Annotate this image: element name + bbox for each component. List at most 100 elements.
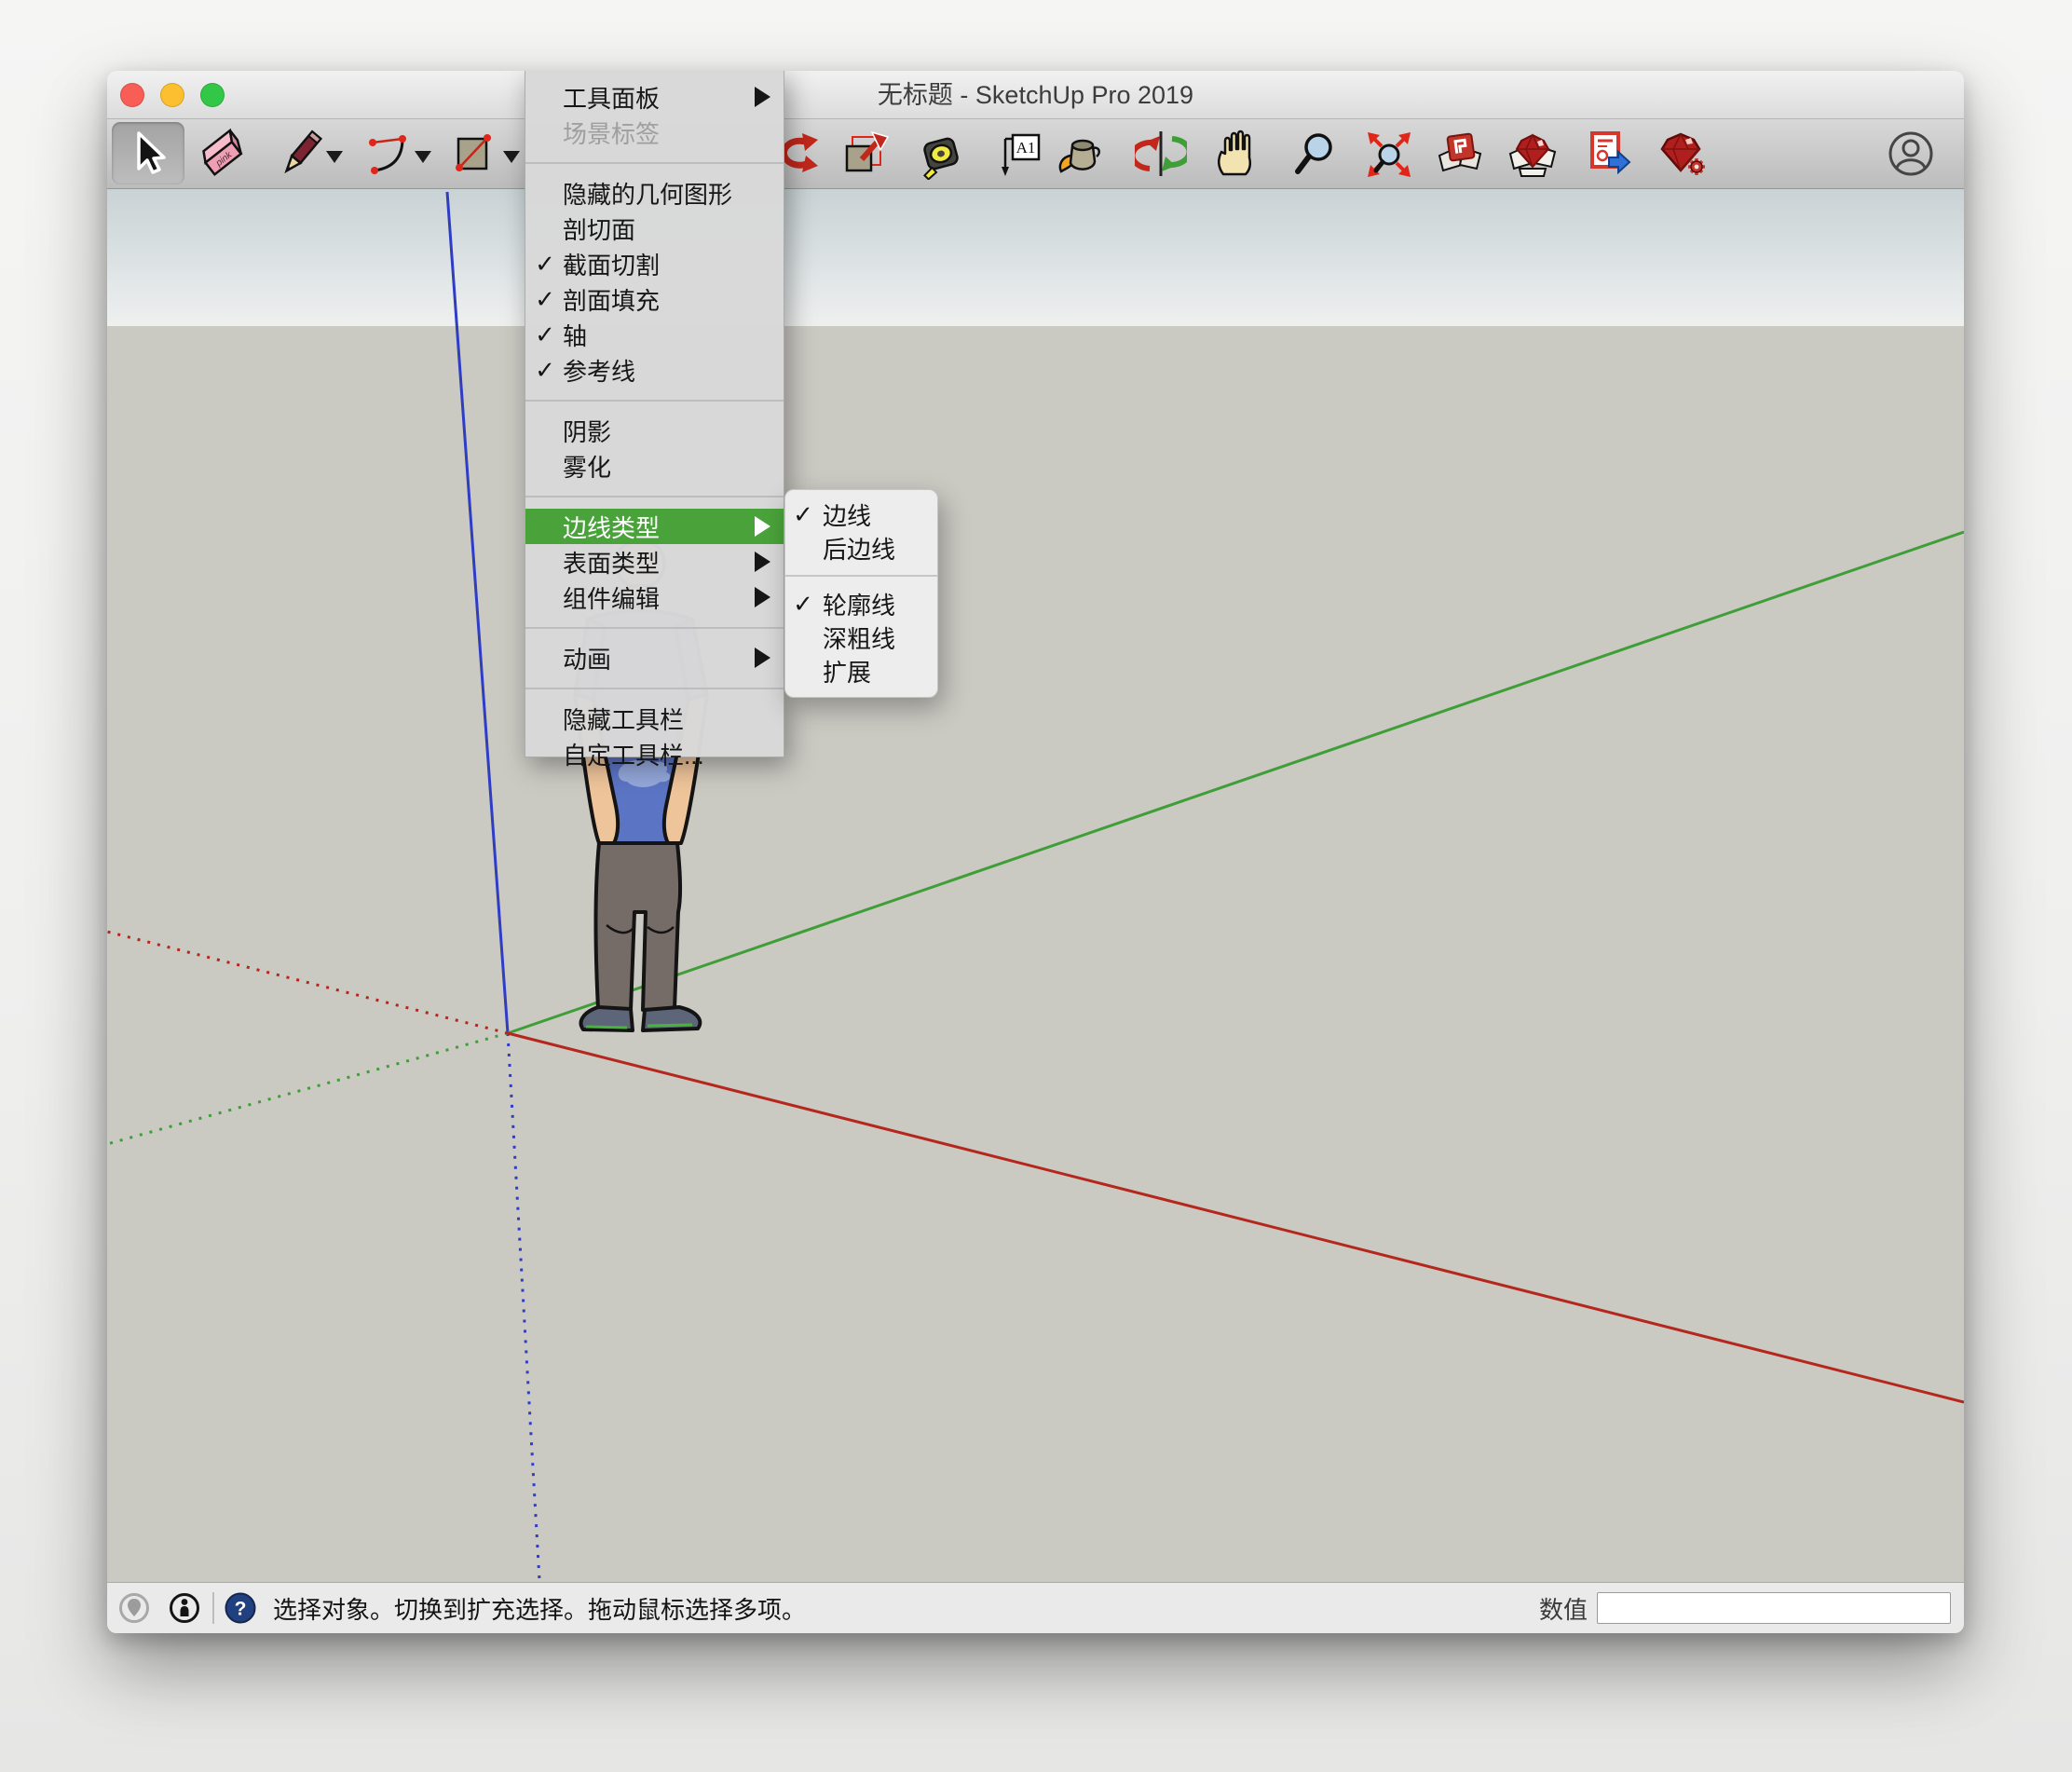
svg-text:A1: A1 [1016,139,1036,157]
edge-submenu-item-4[interactable]: 深粗线 [785,620,937,654]
scale-icon [838,128,890,180]
view-menu-item-17[interactable]: 动画 [525,640,784,675]
layout-icon [1581,128,1633,180]
view-menu-item-label: 自定工具栏... [563,737,704,771]
shape-tool-dropdown[interactable] [503,151,520,163]
blue-axis-solid [447,192,508,1033]
view-menu-item-6[interactable]: ✓剖面填充 [525,281,784,317]
measurement-label: 数值 [1539,1591,1588,1626]
view-menu-item-7[interactable]: ✓轴 [525,317,784,352]
maximize-button[interactable] [200,83,225,107]
edge-style-submenu: ✓边线后边线✓轮廓线深粗线扩展 [784,489,938,698]
modeling-viewport[interactable] [107,189,1964,1582]
view-menu-separator [525,150,784,175]
check-icon: ✓ [529,285,561,314]
view-menu-separator [525,675,784,701]
pencil-icon [275,128,327,180]
zoom-tool[interactable] [1289,128,1342,180]
edge-submenu-item-label: 轮廓线 [823,587,895,621]
edge-submenu-item-1[interactable]: 后边线 [785,531,937,565]
sketchup-window: 无标题 - SketchUp Pro 2019 pink [107,71,1964,1633]
gear-icon [1688,158,1705,175]
account-button[interactable] [1885,128,1937,180]
view-menu-item-4[interactable]: 剖切面 [525,211,784,246]
submenu-arrow-icon [755,87,770,107]
orbit-tool[interactable] [1135,128,1187,180]
view-menu: 工具面板场景标签隐藏的几何图形剖切面✓截面切割✓剖面填充✓轴✓参考线阴影雾化边线… [525,71,784,757]
shape-tool[interactable] [447,128,499,180]
view-menu-item-label: 边线类型 [563,510,660,544]
submenu-arrow-icon [755,647,770,668]
view-menu-item-label: 场景标签 [563,116,660,150]
view-menu-item-label: 隐藏的几何图形 [563,176,732,211]
edge-submenu-item-label: 深粗线 [823,620,895,655]
view-menu-item-8[interactable]: ✓参考线 [525,352,784,388]
view-menu-item-0[interactable]: 工具面板 [525,79,784,115]
geolocation-button[interactable] [117,1591,151,1625]
view-menu-item-19[interactable]: 隐藏工具栏 [525,701,784,736]
help-button[interactable]: ? [224,1591,257,1625]
minimize-button[interactable] [160,83,184,107]
eraser-tool[interactable]: pink [198,128,250,180]
edge-submenu-separator [785,565,937,587]
svg-text:?: ? [235,1599,247,1620]
paint-bucket-icon [1056,128,1108,180]
view-menu-separator [525,388,784,413]
view-menu-item-label: 组件编辑 [563,580,660,615]
arc-tool-dropdown[interactable] [415,151,431,163]
hand-icon [1210,128,1262,180]
close-button[interactable] [120,83,144,107]
arc-tool[interactable] [361,128,414,180]
view-menu-item-20[interactable]: 自定工具栏... [525,736,784,771]
edge-submenu-item-5[interactable]: 扩展 [785,654,937,688]
statusbar: ? 选择对象。切换到扩充选择。拖动鼠标选择多项。 数值 [107,1582,1964,1633]
view-menu-item-3[interactable]: 隐藏的几何图形 [525,175,784,211]
view-menu-item-label: 雾化 [563,449,611,484]
view-menu-item-14[interactable]: 表面类型 [525,544,784,579]
magnifier-icon [1289,128,1342,180]
toolbar: pink [107,119,1964,189]
line-tool[interactable] [275,128,327,180]
help-icon: ? [224,1591,257,1625]
edge-submenu-item-3[interactable]: ✓轮廓线 [785,587,937,620]
geolocation-icon [117,1591,151,1625]
model-credits-button[interactable] [168,1591,201,1625]
paint-bucket-tool[interactable] [1056,128,1108,180]
account-icon [1885,128,1937,180]
view-menu-item-5[interactable]: ✓截面切割 [525,246,784,281]
line-tool-dropdown[interactable] [326,151,343,163]
tape-measure-icon [915,128,967,180]
dimension-icon: A1 [992,128,1044,180]
3d-warehouse[interactable] [1434,128,1486,180]
scale-tool[interactable] [838,128,890,180]
traffic-lights [120,83,225,107]
measurement-input[interactable] [1597,1592,1951,1624]
send-to-layout[interactable] [1581,128,1633,180]
rectangle-icon [447,128,499,180]
status-message: 选择对象。切换到扩充选择。拖动鼠标选择多项。 [273,1591,806,1626]
dimension-tool[interactable]: A1 [992,128,1044,180]
titlebar[interactable]: 无标题 - SketchUp Pro 2019 [107,71,1964,119]
view-menu-item-label: 轴 [563,318,587,352]
zoom-extents-icon [1363,128,1415,180]
select-tool[interactable] [120,128,172,180]
edge-submenu-item-0[interactable]: ✓边线 [785,498,937,531]
check-icon: ✓ [529,320,561,349]
tape-measure-tool[interactable] [915,128,967,180]
submenu-arrow-icon [755,516,770,537]
check-icon: ✓ [787,500,819,529]
cursor-icon [139,133,164,172]
view-menu-item-1: 场景标签 [525,115,784,150]
extension-manager[interactable] [1656,128,1709,180]
view-menu-item-11[interactable]: 雾化 [525,448,784,484]
view-menu-item-label: 隐藏工具栏 [563,702,684,736]
extension-warehouse[interactable] [1506,128,1559,180]
red-axis-dotted [107,932,508,1033]
view-menu-separator [525,615,784,640]
view-menu-item-10[interactable]: 阴影 [525,413,784,448]
view-menu-item-13[interactable]: 边线类型 [525,509,784,544]
submenu-arrow-icon [755,552,770,572]
pan-tool[interactable] [1210,128,1262,180]
zoom-extents-tool[interactable] [1363,128,1415,180]
view-menu-item-15[interactable]: 组件编辑 [525,579,784,615]
